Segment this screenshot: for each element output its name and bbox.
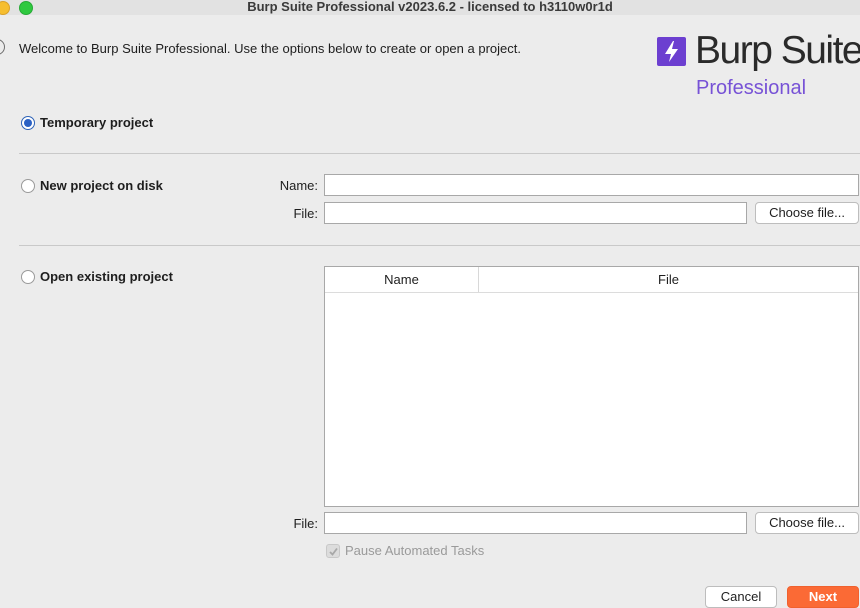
table-header-divider (325, 292, 858, 293)
new-project-on-disk-radio[interactable] (21, 179, 35, 193)
pause-automated-tasks-checkbox[interactable] (326, 544, 340, 558)
separator (19, 245, 860, 246)
cancel-button[interactable]: Cancel (705, 586, 777, 608)
window-titlebar: Burp Suite Professional v2023.6.2 - lice… (0, 0, 860, 15)
choose-file-button[interactable]: Choose file... (755, 512, 859, 534)
burp-lightning-icon (657, 37, 686, 66)
radio-selected-dot (24, 119, 32, 127)
logo-product-name: Burp Suite (695, 29, 860, 72)
new-project-file-input[interactable] (324, 202, 747, 224)
separator (19, 153, 860, 154)
existing-project-file-input[interactable] (324, 512, 747, 534)
table-header-file[interactable]: File (479, 267, 858, 292)
file-field-label: File: (293, 516, 318, 531)
table-header-name[interactable]: Name (325, 267, 479, 292)
welcome-message: Welcome to Burp Suite Professional. Use … (19, 41, 521, 56)
temporary-project-radio[interactable] (21, 116, 35, 130)
new-project-on-disk-label[interactable]: New project on disk (40, 178, 163, 194)
choose-file-button[interactable]: Choose file... (755, 202, 859, 224)
file-field-label: File: (293, 206, 318, 221)
name-field-label: Name: (279, 178, 318, 193)
next-button[interactable]: Next (787, 586, 859, 608)
burp-suite-logo: Burp Suite Professional (657, 29, 860, 118)
project-name-input[interactable] (324, 174, 859, 196)
window-title: Burp Suite Professional v2023.6.2 - lice… (247, 0, 613, 14)
logo-edition: Professional (696, 77, 807, 99)
checkmark-icon (329, 547, 338, 556)
pause-automated-tasks-label: Pause Automated Tasks (345, 543, 485, 558)
main-content: Welcome to Burp Suite Professional. Use … (0, 15, 860, 608)
temporary-project-label[interactable]: Temporary project (40, 115, 153, 131)
info-icon (0, 39, 5, 55)
open-existing-project-radio[interactable] (21, 270, 35, 284)
existing-projects-table[interactable]: Name File (324, 266, 859, 507)
open-existing-project-label[interactable]: Open existing project (40, 269, 173, 285)
